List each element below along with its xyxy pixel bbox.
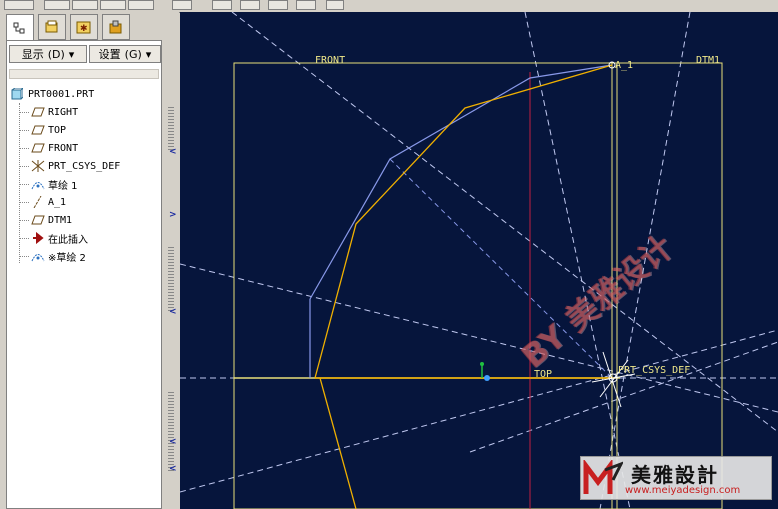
show-label: 显示 [21,48,44,61]
favorites-tab[interactable]: ✱ [70,14,98,40]
construction-line [231,12,778,433]
saved-view-icon[interactable] [296,0,316,10]
datum-frames [233,62,723,509]
collapse-arrow-icon[interactable]: < [169,307,177,317]
tree-item-axis[interactable]: A_1 [31,194,66,210]
construction-line [180,263,778,413]
tree-root-label: PRT0001.PRT [28,88,95,100]
collapse-arrow-icon[interactable]: < [169,464,177,474]
repaint-icon[interactable] [268,0,288,10]
folder-browser-icon [45,20,58,33]
datum-plane-icon [31,142,45,154]
front-datum-frame [233,62,723,509]
graphics-window[interactable]: FRONT DTM1 A_1 TOP PRT_CSYS_DEF BY 美雅设计 … [180,12,778,509]
csys-label[interactable]: PRT_CSYS_DEF [618,365,690,376]
watermark-logo: 美雅設計 www.meiyadesign.com [580,456,772,500]
construction-polyline [309,64,613,300]
collapse-arrow-icon[interactable]: < [169,437,177,447]
sketch-icon [31,250,45,262]
datum-plane-icon [31,214,45,226]
model-tree-tab[interactable] [6,14,34,42]
construction-lines [180,12,778,509]
zoom-icon[interactable] [172,0,192,10]
connections-icon [109,20,122,34]
view-icon[interactable] [128,0,154,10]
tree-item-label: RIGHT [48,106,79,118]
logo-url-text: www.meiyadesign.com [625,485,741,496]
expand-arrow-icon[interactable]: > [169,210,177,220]
navigator-panel: ✱ 显示 (D) ▾ 设置 (G) ▾ PRT0001.PRT RIGHT TO… [0,12,165,509]
connections-tab[interactable] [102,14,130,40]
tree-item-label: DTM1 [48,214,73,226]
view-icon[interactable] [100,0,126,10]
model-tree: 显示(D)▾ 设置(G)▾ PRT0001.PRT RIGHT TOP [6,40,162,509]
tree-item-front[interactable]: FRONT [31,140,78,156]
axis-label[interactable]: A_1 [615,60,633,71]
layers-icon[interactable] [326,0,344,10]
dtm1-label[interactable]: DTM1 [696,55,720,66]
chevron-down-icon: ▾ [68,47,75,61]
view-icon[interactable] [72,0,98,10]
collapse-arrow-icon[interactable]: < [169,147,177,157]
tree-item-sketch1[interactable]: 草绘 1 [31,176,78,192]
tree-item-dtm1[interactable]: DTM1 [31,212,72,228]
model-tree-toolbar-icon[interactable] [4,0,34,10]
tree-item-insert-here[interactable]: 在此插入 [31,230,88,246]
tree-item-label: ※草绘 2 [48,252,86,264]
orient-icon[interactable] [240,0,260,10]
chevron-down-icon: ▾ [145,47,152,61]
tree-item-label: PRT_CSYS_DEF [48,160,121,172]
view-icon[interactable] [44,0,70,10]
tree-item-label: 在此插入 [48,234,88,246]
settings-dropdown[interactable]: 设置 (G) ▾ [89,45,161,63]
tree-item-csys[interactable]: PRT_CSYS_DEF [31,158,120,174]
panel-splitter[interactable]: < > < < < [165,12,179,509]
datum-plane-icon [31,106,45,118]
folder-browser-tab[interactable] [38,14,66,40]
logo-chinese-text: 美雅設計 [631,463,719,487]
sketch-lower-line [319,377,357,509]
front-label[interactable]: FRONT [315,55,345,66]
tree-item-label: A_1 [48,196,67,208]
insert-here-arrow-icon [31,231,45,245]
tree-item-right[interactable]: RIGHT [31,104,78,120]
sketch-canvas[interactable]: FRONT DTM1 A_1 TOP PRT_CSYS_DEF [180,12,778,509]
tree-item-label: TOP [48,124,67,136]
settings-key: (G) [124,47,142,61]
svg-text:✱: ✱ [80,24,88,34]
part-icon [11,87,25,100]
tree-item-label: FRONT [48,142,79,154]
logo-mark-icon [583,460,623,494]
tree-toolbar-divider [9,69,159,79]
tree-item-top[interactable]: TOP [31,122,66,138]
model-tree-icon [13,22,25,33]
sketch-icon [31,178,45,190]
datum-axis-icon [31,195,45,209]
datum-plane-icon [31,124,45,136]
tree-item-sketch2[interactable]: ※草绘 2 [31,248,86,264]
tree-item-label: 草绘 1 [48,180,78,192]
spin-icon[interactable] [212,0,232,10]
show-key: (D) [47,47,65,61]
show-dropdown[interactable]: 显示 (D) ▾ [9,45,87,63]
coordinate-system-icon [31,160,45,172]
tree-root-item[interactable]: PRT0001.PRT [11,86,94,102]
settings-label: 设置 [98,48,121,61]
favorites-icon: ✱ [76,21,91,34]
